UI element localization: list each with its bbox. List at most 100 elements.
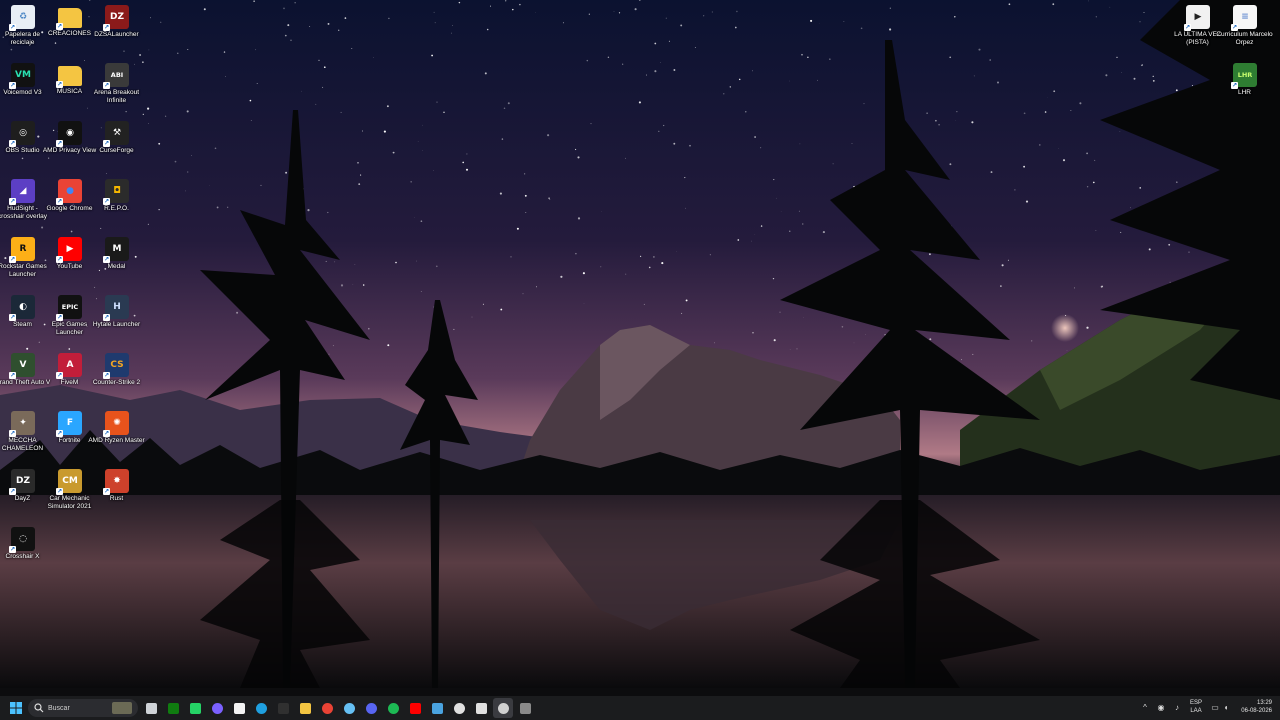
shortcut-arrow-icon: ↗ [103,24,110,31]
shortcut-arrow-icon: ↗ [9,198,16,205]
hudsight-icon: ◢ ↗ [9,179,35,205]
taskbar-app-button[interactable] [493,698,513,718]
meccha-chameleon-icon: ✦ ↗ [9,411,35,437]
shortcut-arrow-icon: ↗ [9,372,16,379]
desktop-shortcut[interactable]: ≡ ↗ Curriculum Marcelo Orpez [1216,2,1273,58]
shortcut-arrow-icon: ↗ [103,198,110,205]
shortcut-arrow-icon: ↗ [56,430,63,437]
desktop-shortcut-label: CurseForge [99,147,134,154]
folder-icon: ↗ [56,66,82,88]
search-placeholder: Buscar [48,704,70,712]
desktop-shortcut[interactable]: ✺ ↗ AMD Ryzen Master [88,408,145,464]
desktop-shortcut[interactable]: ◘ ↗ R.E.P.O. [89,176,145,232]
chrome-icon [321,702,333,714]
tray-overflow-chevron-icon[interactable]: ^ [1140,702,1150,714]
desktop[interactable]: ♻ ↗ Papelera de reciclaje ↗ CREACIONES DZ ↗ DZS… [0,0,1280,688]
taskbar-app-button[interactable] [163,698,183,718]
youtube-icon [409,702,421,714]
whatsapp-icon [189,702,201,714]
desktop-shortcut[interactable]: DZ ↗ DZSALauncher [89,2,145,58]
shortcut-arrow-icon: ↗ [1231,24,1238,31]
desktop-shortcut[interactable]: M ↗ Medal [89,234,145,290]
taskbar-app-button[interactable] [251,698,271,718]
desktop-shortcut[interactable]: ⚒ ↗ CurseForge [89,118,145,174]
desktop-shortcut-label: Crosshair X [5,553,40,560]
desktop-shortcut[interactable]: ◌ ↗ Crosshair X [0,524,51,580]
taskbar-app-button[interactable] [185,698,205,718]
windows-logo-icon [10,702,22,714]
taskbar-app-button[interactable] [449,698,469,718]
taskbar-app-button[interactable] [515,698,535,718]
taskbar-app-button[interactable] [427,698,447,718]
shortcut-arrow-icon: ↗ [9,256,16,263]
shortcut-arrow-icon: ↗ [9,430,16,437]
desktop-shortcut-label: Arena Breakout Infinite [93,89,140,104]
shortcut-arrow-icon: ↗ [103,430,110,437]
desktop-shortcut-label: R.E.P.O. [104,205,129,212]
desktop-shortcut[interactable]: LHR ↗ LHR [1217,60,1273,116]
taskbar-app-button[interactable] [339,698,359,718]
edge-icon [255,702,267,714]
shortcut-arrow-icon: ↗ [1184,24,1191,31]
desktop-shortcut-label: Counter-Strike 2 [92,379,141,386]
curseforge-icon: ⚒ ↗ [103,121,129,147]
start-button[interactable] [6,698,26,718]
obs-icon [497,702,509,714]
hytale-icon: H ↗ [103,295,129,321]
obs-icon: ◎ ↗ [9,121,35,147]
repo-icon: ◘ ↗ [103,179,129,205]
language-line2: LAA [1190,708,1202,714]
recycle-bin-icon: ♻ ↗ [9,5,35,31]
taskbar-app-button[interactable] [273,698,293,718]
tray-mic-icon[interactable]: ♪ [1172,702,1182,714]
taskbar-app-button[interactable] [207,698,227,718]
steam-alt-icon [431,702,443,714]
xbox-app-icon [167,702,179,714]
language-indicator[interactable]: ESP LAA [1186,699,1206,715]
desktop-shortcut[interactable]: ✸ ↗ Rust [89,466,145,522]
taskbar-app-button[interactable] [141,698,161,718]
taskbar-app-button[interactable] [317,698,337,718]
desktop-shortcut-label: Hytale Launcher [92,321,141,328]
shortcut-arrow-icon: ↗ [103,372,110,379]
document-icon: ≡ ↗ [1231,5,1257,31]
tray-security-icon[interactable]: ◉ [1156,702,1166,714]
microsoft-store-icon [233,702,245,714]
steam-icon: ◐ ↗ [9,295,35,321]
network-icon[interactable]: ▭ [1210,702,1220,714]
desktop-shortcut-label: DZSALauncher [94,31,139,38]
fivem-icon: A ↗ [56,353,82,379]
desktop-shortcut[interactable]: H ↗ Hytale Launcher [89,292,145,348]
taskbar-app-button[interactable] [471,698,491,718]
copilot-icon [211,702,223,714]
taskbar-app-button[interactable] [229,698,249,718]
medal-icon: M ↗ [103,237,129,263]
task-view-icon [145,702,157,714]
desktop-shortcut-label: Medal [107,263,126,270]
voicemod-icon: VM ↗ [9,63,35,89]
fortnite-icon: F ↗ [56,411,82,437]
shortcut-arrow-icon: ↗ [103,140,110,147]
taskbar-clock[interactable]: 13:29 06-08-2026 [1236,699,1272,715]
search-icon [34,703,44,713]
taskbar-app-button[interactable] [405,698,425,718]
crosshair-x-icon: ◌ ↗ [9,527,35,553]
taskbar-app-button[interactable] [295,698,315,718]
taskbar-search-box[interactable]: Buscar [28,699,138,717]
dzsa-launcher-icon: DZ ↗ [103,5,129,31]
desktop-shortcut[interactable]: CS ↗ Counter-Strike 2 [89,350,145,406]
wallpaper [0,0,1280,688]
taskbar-app-button[interactable] [383,698,403,718]
shortcut-arrow-icon: ↗ [9,140,16,147]
taskbar-app-button[interactable] [361,698,381,718]
shortcut-arrow-icon: ↗ [56,488,63,495]
shortcut-arrow-icon: ↗ [103,82,110,89]
volume-icon[interactable]: ◖ [1221,702,1231,714]
ryzen-master-icon: ✺ ↗ [103,411,129,437]
desktop-shortcut[interactable]: ABI ↗ Arena Breakout Infinite [89,60,145,116]
shortcut-arrow-icon: ↗ [56,23,63,30]
crosshair-x-icon [453,702,465,714]
clock-time: 13:29 [1256,700,1272,706]
desktop-shortcut-label: Curriculum Marcelo Orpez [1216,31,1273,46]
discord-icon [365,702,377,714]
